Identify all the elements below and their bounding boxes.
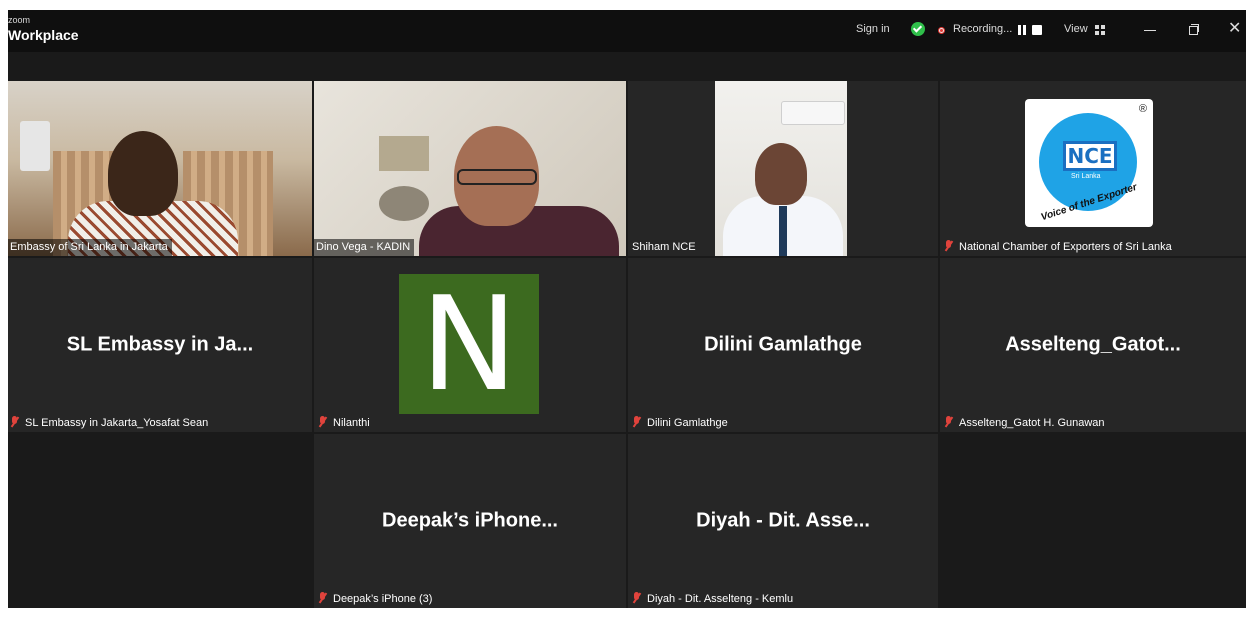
participant-tile-nilanthi[interactable]: N Nilanthi: [314, 258, 626, 432]
zoom-workplace-logo: Workplace: [8, 27, 79, 43]
mic-muted-icon: [632, 592, 641, 603]
mic-muted-icon: [318, 416, 327, 427]
participant-name: Deepak’s iPhone (3): [333, 593, 433, 605]
avatar: N: [399, 274, 539, 414]
view-button[interactable]: View: [1064, 23, 1088, 35]
participant-label: Nilanthi: [316, 414, 374, 432]
participant-tile-sl-embassy[interactable]: SL Embassy in Ja... SL Embassy in Jakart…: [8, 258, 312, 432]
recording-status: Recording...: [953, 23, 1013, 35]
participant-display-name: Diyah - Dit. Asse...: [696, 509, 870, 532]
participant-name: Dilini Gamlathge: [647, 417, 728, 429]
participant-display-name: Asselteng_Gatot...: [1005, 333, 1181, 356]
mic-muted-icon: [944, 240, 953, 251]
close-icon[interactable]: ✕: [1228, 20, 1241, 38]
stop-icon[interactable]: [1032, 25, 1042, 35]
participant-tile-asselteng[interactable]: Asselteng_Gatot... Asselteng_Gatot H. Gu…: [940, 258, 1246, 432]
participant-name: Asselteng_Gatot H. Gunawan: [959, 417, 1105, 429]
zoom-window: zoom Workplace Sign in Recording... View…: [8, 10, 1246, 608]
participant-label: Asselteng_Gatot H. Gunawan: [942, 414, 1109, 432]
participant-label: Diyah - Dit. Asselteng - Kemlu: [630, 590, 797, 608]
nce-logo-sub: Sri Lanka: [1071, 173, 1101, 180]
participant-display-name: SL Embassy in Ja...: [66, 333, 254, 356]
participant-tile-deepak[interactable]: Deepak’s iPhone... Deepak’s iPhone (3): [314, 434, 626, 608]
minimize-icon[interactable]: [1144, 30, 1156, 31]
participant-label: Deepak’s iPhone (3): [316, 590, 436, 608]
participant-name: SL Embassy in Jakarta_Yosafat Sean: [25, 417, 209, 429]
video-tile-shiham[interactable]: Shiham NCE: [628, 81, 938, 256]
registered-mark: ®: [1138, 103, 1147, 115]
sign-in-button[interactable]: Sign in: [856, 23, 890, 35]
video-tile-active-speaker[interactable]: Dino Vega - KADIN: [314, 81, 626, 256]
participant-name: Nilanthi: [333, 417, 370, 429]
video-feed: [715, 81, 847, 256]
record-dot-icon: [938, 27, 945, 34]
mic-muted-icon: [944, 416, 953, 427]
security-shield-icon[interactable]: [911, 22, 925, 36]
participant-name: Diyah - Dit. Asselteng - Kemlu: [647, 593, 794, 605]
participant-display-name: Dilini Gamlathge: [704, 333, 862, 356]
participant-label: SL Embassy in Jakarta_Yosafat Sean: [8, 414, 212, 432]
mic-muted-icon: [10, 416, 19, 427]
participant-tile-dilini[interactable]: Dilini Gamlathge Dilini Gamlathge: [628, 258, 938, 432]
avatar-letter: N: [420, 268, 518, 420]
nce-logo: NCE Sri Lanka Voice of the Exporter ®: [1025, 99, 1153, 227]
nce-logo-text: NCE: [1063, 141, 1117, 171]
restore-icon[interactable]: [1189, 24, 1199, 35]
video-tile-embassy[interactable]: Embassy of Sri Lanka in Jakarta: [8, 81, 312, 256]
participant-name: Dino Vega - KADIN: [314, 239, 415, 256]
pause-icon[interactable]: [1018, 25, 1027, 35]
participant-tile-diyah[interactable]: Diyah - Dit. Asse... Diyah - Dit. Asselt…: [628, 434, 938, 608]
video-tile-nce[interactable]: NCE Sri Lanka Voice of the Exporter ® Na…: [940, 81, 1246, 256]
mic-muted-icon: [318, 592, 327, 603]
participant-name: Embassy of Sri Lanka in Jakarta: [8, 239, 172, 256]
video-feed: [314, 81, 626, 256]
participant-name: Shiham NCE: [632, 241, 696, 253]
title-bar: zoom Workplace Sign in Recording... View…: [8, 10, 1246, 52]
video-feed: [8, 81, 312, 256]
zoom-logo-small: zoom: [8, 15, 31, 25]
participant-name: National Chamber of Exporters of Sri Lan…: [959, 241, 1172, 253]
participant-label: National Chamber of Exporters of Sri Lan…: [942, 238, 1176, 256]
grid-view-icon[interactable]: [1095, 25, 1105, 35]
participant-display-name: Deepak’s iPhone...: [382, 509, 558, 532]
participant-label: Dilini Gamlathge: [630, 414, 732, 432]
mic-muted-icon: [632, 416, 641, 427]
